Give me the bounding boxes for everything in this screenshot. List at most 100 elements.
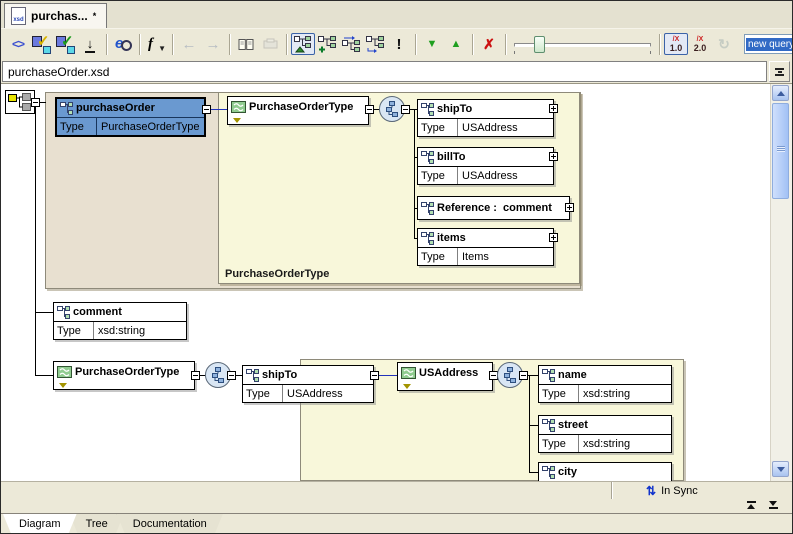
scrollbar-thumb[interactable] [772,103,789,199]
complextype-box-purchaseordertype[interactable]: PurchaseOrderType [227,96,369,125]
sync-arrows-icon: ⇅ [646,486,656,496]
reference-name: Reference : comment [437,202,552,214]
collapse-box[interactable] [365,105,374,114]
forward-arrow-icon: → [206,36,221,53]
xslt-10-icon: /X1.0 [670,36,683,52]
element-icon [57,306,70,319]
tab-tree[interactable]: Tree [70,514,124,534]
type-label: Type [539,385,579,402]
element-name: city [558,466,577,478]
type-label: Type [243,385,283,402]
schema-diagram-canvas[interactable]: PurchaseOrderType purchaseOrder TypePurc… [1,84,770,481]
validate-schema-button[interactable]: ✓ [54,33,78,55]
refresh-button[interactable]: ↻ [712,33,736,55]
root-collapse-box[interactable] [31,98,40,107]
complextype-icon [231,101,246,113]
forward-button[interactable]: → [201,33,225,55]
scroll-down-button[interactable] [772,461,789,477]
element-box-billto[interactable]: billTo TypeUSAddress [417,147,554,185]
zoom-slider[interactable] [510,33,655,55]
document-tab-label: purchas... [31,9,88,23]
export-save-button[interactable]: ↓ [78,33,102,55]
tab-diagram[interactable]: Diagram [3,514,77,534]
reorder-node-button[interactable] [339,33,363,55]
complextype-box-purchaseordertype-2[interactable]: PurchaseOrderType [53,361,195,390]
collapse-box[interactable] [370,371,379,380]
diagram-view-toggle[interactable] [291,33,315,55]
add-node-button[interactable] [315,33,339,55]
back-button[interactable]: ← [177,33,201,55]
view-tabbar: Diagram Tree Documentation [1,513,792,534]
xslt-20-icon: /X2.0 [694,36,707,52]
expand-box[interactable] [549,233,558,242]
type-label: Type [418,119,458,136]
vertical-scrollbar[interactable] [770,84,792,481]
tab-documentation[interactable]: Documentation [117,514,223,534]
connector-line [35,312,53,313]
expand-box[interactable] [549,152,558,161]
element-box-shipto[interactable]: shipTo TypeUSAddress [417,99,554,137]
show-errors-button[interactable]: ! [387,33,411,55]
element-box-items[interactable]: items TypeItems [417,228,554,266]
chevron-up-icon [777,91,785,96]
scroll-up-button[interactable] [772,85,789,101]
xml-source-button[interactable]: <> [6,33,30,55]
element-name: comment [73,306,122,318]
connector-line [528,375,538,376]
preview-icon: e [114,35,132,53]
delete-button[interactable]: ✗ [477,33,501,55]
print-button[interactable] [258,33,282,55]
type-label: Type [57,118,97,135]
element-reference-box[interactable]: Reference : comment [417,196,570,220]
triangle-up-icon: ▲ [451,38,462,50]
branch-trunk-line [414,109,415,238]
collapse-box[interactable] [519,371,528,380]
toolbar-separator [286,34,287,55]
query-combobox[interactable]: new query> [744,34,793,54]
element-box-street[interactable]: street Typexsd:string [538,415,672,453]
xslt-20-toggle[interactable]: /X2.0 [688,33,712,55]
slider-thumb[interactable] [534,36,545,53]
red-x-icon: ✗ [483,36,495,53]
query-value[interactable]: new query> [744,34,793,54]
toolbar-separator [415,34,416,55]
xslt-10-toggle[interactable]: /X1.0 [664,33,688,55]
type-value: xsd:string [579,438,671,450]
element-name: street [558,419,588,431]
collapse-box[interactable] [401,105,410,114]
move-node-button[interactable] [363,33,387,55]
exclamation-icon: ! [397,36,402,53]
collapse-box[interactable] [202,105,211,114]
element-box-shipto-2[interactable]: shipTo TypeUSAddress [242,365,374,403]
type-label: Type [418,167,458,184]
collapse-pane-down-button[interactable] [766,501,780,511]
element-icon [542,419,555,432]
type-label: Type [418,248,458,265]
complextype-box-usaddress[interactable]: USAddress [397,362,493,391]
type-name: PurchaseOrderType [249,101,353,113]
document-tab[interactable]: xsd purchas... * [4,3,107,28]
toolbar-separator [229,34,230,55]
type-name: PurchaseOrderType [75,366,179,378]
type-value: USAddress [458,170,553,182]
documentation-button[interactable] [234,33,258,55]
connector-line [410,109,417,110]
refresh-icon: ↻ [718,36,730,53]
collapse-box[interactable] [227,371,236,380]
move-down-button[interactable]: ▼ [420,33,444,55]
browser-preview-button[interactable]: e [111,33,135,55]
validate-document-button[interactable]: ✓ [30,33,54,55]
element-box-purchaseorder[interactable]: purchaseOrder TypePurchaseOrderType [55,97,206,137]
element-box-name[interactable]: name Typexsd:string [538,365,672,403]
function-menu-button[interactable]: f▼ [144,33,168,55]
expand-box[interactable] [565,203,574,212]
expand-box[interactable] [549,104,558,113]
collapse-box[interactable] [191,371,200,380]
add-node-icon [318,36,336,53]
element-box-comment[interactable]: comment Typexsd:string [53,302,187,340]
move-up-button[interactable]: ▲ [444,33,468,55]
expand-pane-up-button[interactable] [744,501,758,511]
type-label: Type [54,322,94,339]
collapse-pane-button[interactable] [769,61,790,82]
element-box-city[interactable]: city [538,462,672,481]
